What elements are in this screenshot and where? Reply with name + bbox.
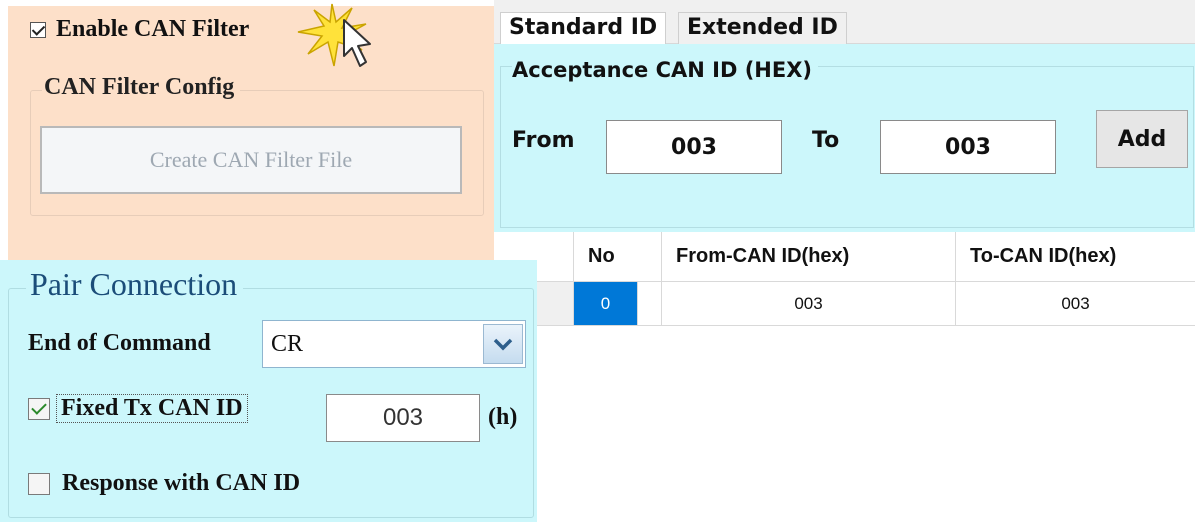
enable-can-filter-checkbox[interactable] (30, 21, 46, 38)
acceptance-title: Acceptance CAN ID (HEX) (512, 58, 818, 82)
chevron-down-icon[interactable] (483, 324, 523, 364)
grid-header-from-can-id[interactable]: From-CAN ID(hex) (662, 232, 956, 282)
grid-header-no[interactable]: No (574, 232, 662, 282)
from-can-id-input[interactable] (606, 120, 782, 174)
create-can-filter-file-button[interactable]: Create CAN Filter File (40, 126, 462, 194)
can-filter-config-title: CAN Filter Config (42, 74, 241, 101)
end-of-command-select[interactable]: CR (262, 320, 526, 368)
can-id-grid: No From-CAN ID(hex) To-CAN ID(hex) 0 003… (494, 232, 1195, 326)
pair-connection-title: Pair Connection (26, 266, 244, 303)
add-button[interactable]: Add (1096, 110, 1188, 168)
enable-can-filter-row[interactable]: Enable CAN Filter (30, 16, 249, 43)
from-label: From (512, 128, 575, 153)
enable-can-filter-label[interactable]: Enable CAN Filter (56, 16, 249, 43)
grid-cell-spacer (638, 282, 662, 326)
grid-cell-to-can-id[interactable]: 003 (956, 282, 1195, 326)
hex-suffix-label: (h) (488, 404, 518, 430)
to-can-id-input[interactable] (880, 120, 1056, 174)
response-with-can-id-checkbox[interactable] (28, 472, 50, 495)
fixed-tx-can-id-input[interactable] (326, 394, 480, 442)
end-of-command-label: End of Command (28, 330, 211, 356)
response-with-can-id-row[interactable]: Response with CAN ID (28, 470, 300, 497)
response-with-can-id-label[interactable]: Response with CAN ID (62, 470, 300, 497)
tab-extended-id[interactable]: Extended ID (678, 12, 847, 44)
click-burst-cursor-icon (297, 3, 371, 67)
fixed-tx-can-id-row[interactable]: Fixed Tx CAN ID (28, 394, 248, 423)
acceptance-group (500, 66, 1194, 228)
grid-cell-from-can-id[interactable]: 003 (662, 282, 956, 326)
grid-cell-no[interactable]: 0 (574, 282, 638, 326)
to-label: To (812, 128, 840, 153)
end-of-command-value: CR (271, 331, 304, 357)
grid-header-to-can-id[interactable]: To-CAN ID(hex) (956, 232, 1195, 282)
tab-standard-id[interactable]: Standard ID (500, 12, 667, 44)
fixed-tx-can-id-label[interactable]: Fixed Tx CAN ID (56, 394, 248, 423)
fixed-tx-can-id-checkbox[interactable] (28, 397, 50, 420)
